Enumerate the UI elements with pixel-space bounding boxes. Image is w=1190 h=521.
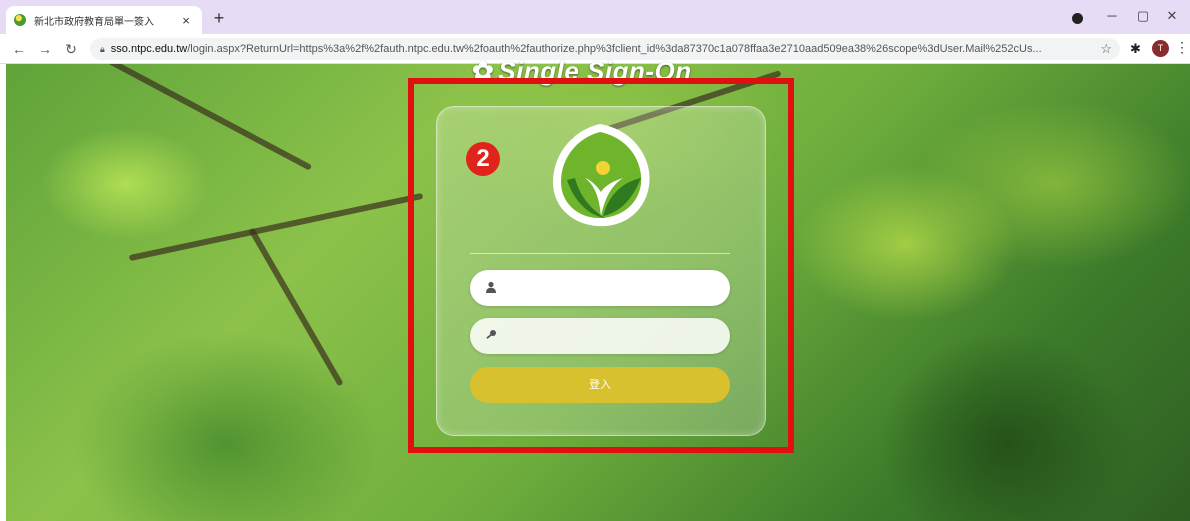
tab-title: 新北市政府教育局單一簽入 [34, 16, 154, 28]
background-branch [128, 192, 424, 262]
minimize-button[interactable]: ─ [1102, 8, 1122, 23]
site-favicon-icon [14, 14, 26, 26]
lock-icon[interactable]: 🔒︎ [100, 44, 105, 55]
profile-avatar[interactable]: T [1152, 40, 1169, 57]
bookmark-star-icon[interactable]: ☆ [1100, 41, 1112, 57]
background-branch [248, 227, 344, 387]
step-number-badge: 2 [466, 142, 500, 176]
url-host: sso.ntpc.edu.tw [110, 43, 188, 55]
extensions-puzzle-icon[interactable]: ✱ [1130, 41, 1141, 57]
url-text[interactable]: sso.ntpc.edu.tw/login.aspx?ReturnUrl=htt… [111, 43, 1091, 55]
browser-tab-active[interactable]: 新北市政府教育局單一簽入 × [6, 6, 202, 34]
window-close-button[interactable]: ✕ [1162, 8, 1182, 24]
browser-tab-strip: 新北市政府教育局單一簽入 × + ─ ▢ ✕ [0, 0, 1190, 34]
url-path: /login.aspx?ReturnUrl=https%3a%2f%2fauth… [187, 43, 1042, 55]
browser-menu-icon[interactable]: ⋮ [1175, 39, 1189, 56]
back-arrow-icon[interactable]: ← [10, 40, 28, 58]
incognito-indicator-icon[interactable] [1072, 13, 1083, 24]
reload-icon[interactable]: ↻ [62, 40, 80, 58]
new-tab-button[interactable]: + [208, 7, 230, 29]
maximize-button[interactable]: ▢ [1133, 8, 1153, 24]
background-branch [79, 64, 313, 171]
tab-close-icon[interactable]: × [178, 13, 194, 28]
annotation-highlight-box [408, 78, 794, 453]
forward-arrow-icon[interactable]: → [36, 40, 54, 58]
